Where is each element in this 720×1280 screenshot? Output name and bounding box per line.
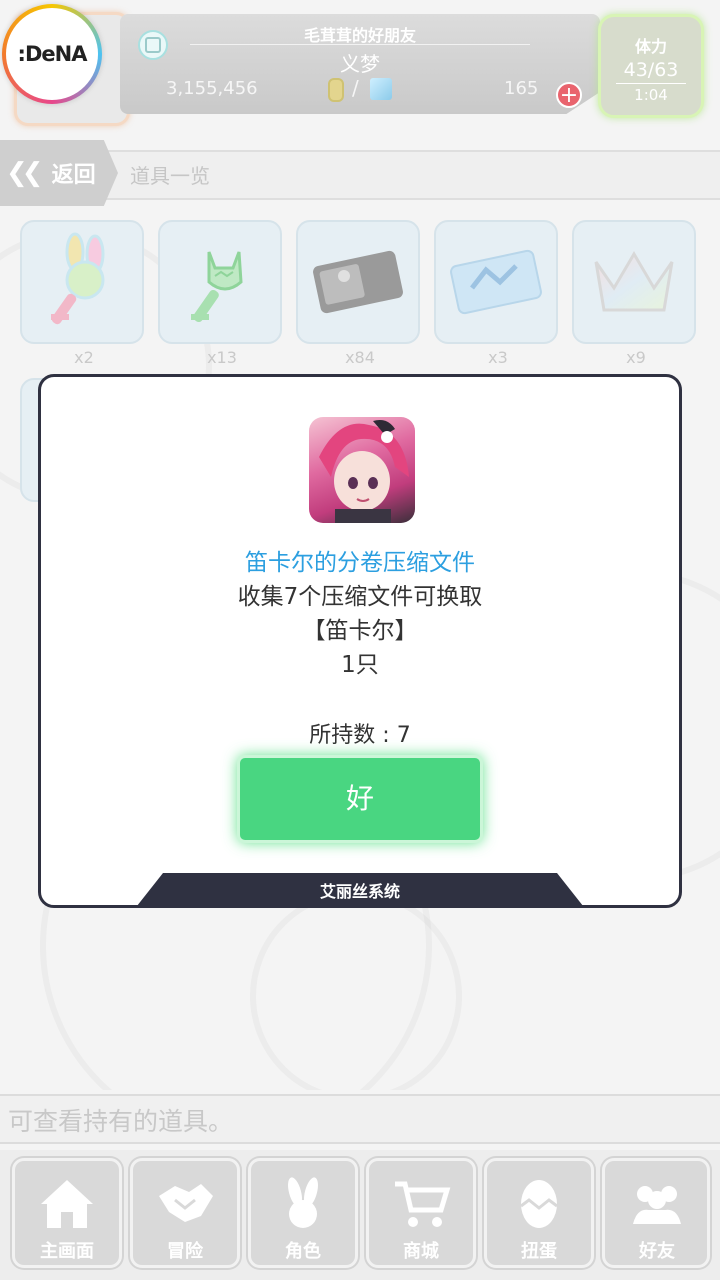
profile-panel[interactable]: 毛茸茸的好朋友 义梦 3,155,456 / 165 + (120, 14, 600, 114)
nav-label: 扭蛋 (521, 1241, 557, 1262)
stamina-label: 体力 (634, 37, 667, 56)
nav-shop-button[interactable]: 商城 (366, 1158, 476, 1268)
item-count: x3 (488, 348, 508, 367)
nav-home-button[interactable]: 主画面 (12, 1158, 122, 1268)
gem-icon (370, 78, 392, 100)
item-name: 笛卡尔的分卷压缩文件 (245, 550, 475, 576)
rabbit-icon (251, 1173, 355, 1233)
ticket-black-icon (296, 220, 420, 344)
nav-label: 角色 (285, 1241, 321, 1262)
crown-icon (572, 220, 696, 344)
nav-character-button[interactable]: 角色 (248, 1158, 358, 1268)
stamina-divider (616, 83, 686, 84)
ticket-blue-icon (434, 220, 558, 344)
page-title: 道具一览 (130, 164, 210, 188)
item-slot[interactable]: x2 (20, 220, 148, 367)
back-label: 返回 (51, 163, 96, 188)
ok-button[interactable]: 好 (237, 755, 483, 843)
player-name: 义梦 (340, 52, 380, 76)
stamina-timer: 1:04 (634, 86, 668, 104)
header: :DeNA 毛茸茸的好朋友 义梦 3,155,456 / 165 + 体力 43… (0, 0, 720, 130)
description-line: 1只 (341, 652, 379, 678)
back-chevron-icon: ❮❮ (6, 158, 43, 188)
dialog-footer-label: 艾丽丝系统 (133, 873, 587, 905)
handshake-icon (133, 1173, 237, 1233)
item-count: x2 (74, 348, 94, 367)
cart-icon (369, 1173, 473, 1233)
item-count: x9 (626, 348, 646, 367)
gem-count: 165 (504, 78, 539, 99)
item-detail-dialog: 笛卡尔的分卷压缩文件 收集7个压缩文件可换取 【笛卡尔】 1只 所持数 : 7 … (38, 374, 682, 908)
stamina-panel[interactable]: 体力 43/63 1:04 (598, 14, 704, 118)
info-bar: 可查看持有的道具。 (0, 1094, 720, 1144)
cat-key-icon (158, 220, 282, 344)
description-line: 【笛卡尔】 (302, 618, 418, 644)
info-text: 可查看持有的道具。 (8, 1107, 234, 1136)
item-count: x13 (207, 348, 237, 367)
nav-adventure-button[interactable]: 冒险 (130, 1158, 240, 1268)
add-gems-button[interactable]: + (556, 82, 582, 108)
dena-logo: :DeNA (2, 4, 102, 104)
character-portrait (309, 417, 415, 523)
nav-label: 冒险 (167, 1241, 203, 1262)
friends-icon (605, 1173, 709, 1233)
friend-title: 毛茸茸的好朋友 (303, 26, 416, 45)
item-count: x84 (345, 348, 375, 367)
item-slot[interactable]: x3 (434, 220, 562, 367)
item-slot[interactable]: x9 (572, 220, 700, 367)
egg-icon (487, 1173, 591, 1233)
coin-icon (328, 78, 344, 102)
divider (190, 44, 530, 45)
bottom-nav: 主画面 冒险 角色 商城 扭蛋 好友 (0, 1150, 720, 1280)
currency-separator: / (352, 76, 359, 100)
nav-label: 主画面 (40, 1241, 94, 1262)
owned-count: 所持数 : 7 (309, 723, 411, 748)
coin-count: 3,155,456 (166, 78, 258, 99)
home-icon (15, 1173, 119, 1233)
nav-label: 商城 (403, 1241, 439, 1262)
stamina-value: 43/63 (623, 59, 679, 81)
back-button[interactable]: ❮❮ 返回 (0, 140, 118, 206)
nav-gacha-button[interactable]: 扭蛋 (484, 1158, 594, 1268)
description-line: 收集7个压缩文件可换取 (237, 584, 483, 610)
nav-label: 好友 (639, 1241, 675, 1262)
item-description: 收集7个压缩文件可换取 【笛卡尔】 1只 (41, 580, 679, 682)
nav-friends-button[interactable]: 好友 (602, 1158, 710, 1268)
item-slot[interactable]: x84 (296, 220, 424, 367)
bunny-key-icon (20, 220, 144, 344)
item-slot[interactable]: x13 (158, 220, 286, 367)
